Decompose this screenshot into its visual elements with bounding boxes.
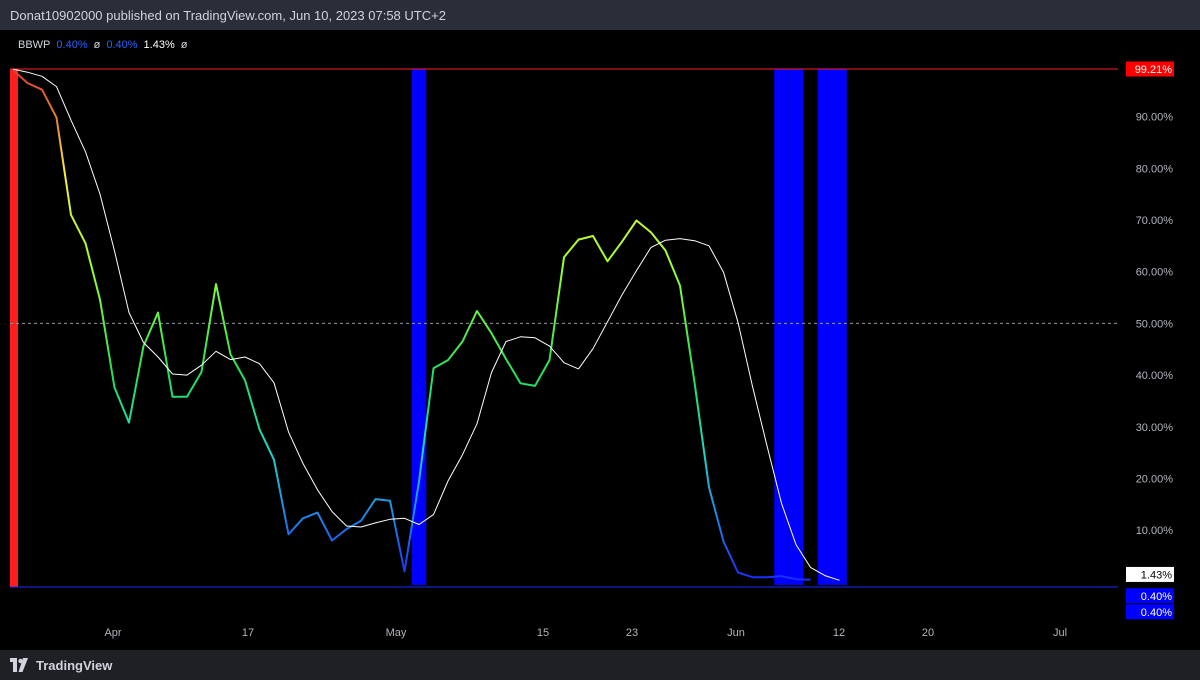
legend-value-1: 0.40% (56, 39, 88, 51)
legend-name: BBWP (18, 39, 51, 51)
indicator-legend: BBWP 0.40% ø 0.40% 1.43% ø (18, 39, 187, 51)
legend-symbol-2: ø (180, 39, 188, 51)
y-tick-label: 10.00% (1136, 525, 1174, 537)
publisher-info: Donat10902000 published on TradingView.c… (10, 8, 446, 23)
tradingview-logo-icon (10, 658, 28, 672)
price-label: 1.43% (1141, 569, 1172, 581)
x-tick-label: 17 (242, 627, 254, 639)
y-tick-label: 30.00% (1136, 422, 1174, 434)
extreme-bands (10, 69, 847, 587)
high-extreme-bar (10, 69, 18, 587)
low-extreme-bar (774, 69, 789, 585)
x-tick-label: 12 (833, 627, 845, 639)
legend-value-2: 0.40% (106, 39, 138, 51)
y-tick-label: 50.00% (1136, 318, 1174, 330)
legend-symbol-1: ø (93, 39, 101, 51)
publish-header: Donat10902000 published on TradingView.c… (0, 0, 1200, 30)
price-label: 0.40% (1141, 607, 1172, 619)
y-tick-label: 80.00% (1136, 163, 1174, 175)
price-label: 0.40% (1141, 591, 1172, 603)
x-tick-label: 20 (922, 627, 934, 639)
y-tick-label: 70.00% (1136, 215, 1174, 227)
x-tick-label: 23 (626, 627, 638, 639)
footer: TradingView (0, 650, 1200, 680)
x-axis: Apr 17 May 15 23 Jun 12 20 Jul (104, 627, 1067, 639)
legend-value-3: 1.43% (143, 39, 175, 51)
y-tick-label: 90.00% (1136, 112, 1174, 124)
reference-lines (10, 68, 1118, 588)
x-tick-label: May (386, 627, 407, 639)
x-tick-label: Jul (1053, 627, 1067, 639)
y-tick-label: 60.00% (1136, 267, 1174, 279)
y-tick-label: 40.00% (1136, 370, 1174, 382)
tradingview-brand: TradingView (36, 657, 113, 673)
x-tick-label: Jun (727, 627, 745, 639)
x-tick-label: 15 (537, 627, 549, 639)
low-extreme-bar (817, 69, 847, 585)
low-extreme-bar (788, 69, 804, 585)
x-tick-label: Apr (104, 627, 121, 639)
price-label: 99.21% (1135, 64, 1173, 76)
y-tick-label: 20.00% (1136, 473, 1174, 485)
y-axis: 10.00% 20.00% 30.00% 40.00% 50.00% 60.00% 70.0… (1136, 112, 1174, 538)
bbwp-chart[interactable]: 10.00% 20.00% 30.00% 40.00% 50.00% 60.00% 70.0… (0, 30, 1200, 650)
tradingview-logo[interactable]: TradingView (10, 656, 112, 674)
